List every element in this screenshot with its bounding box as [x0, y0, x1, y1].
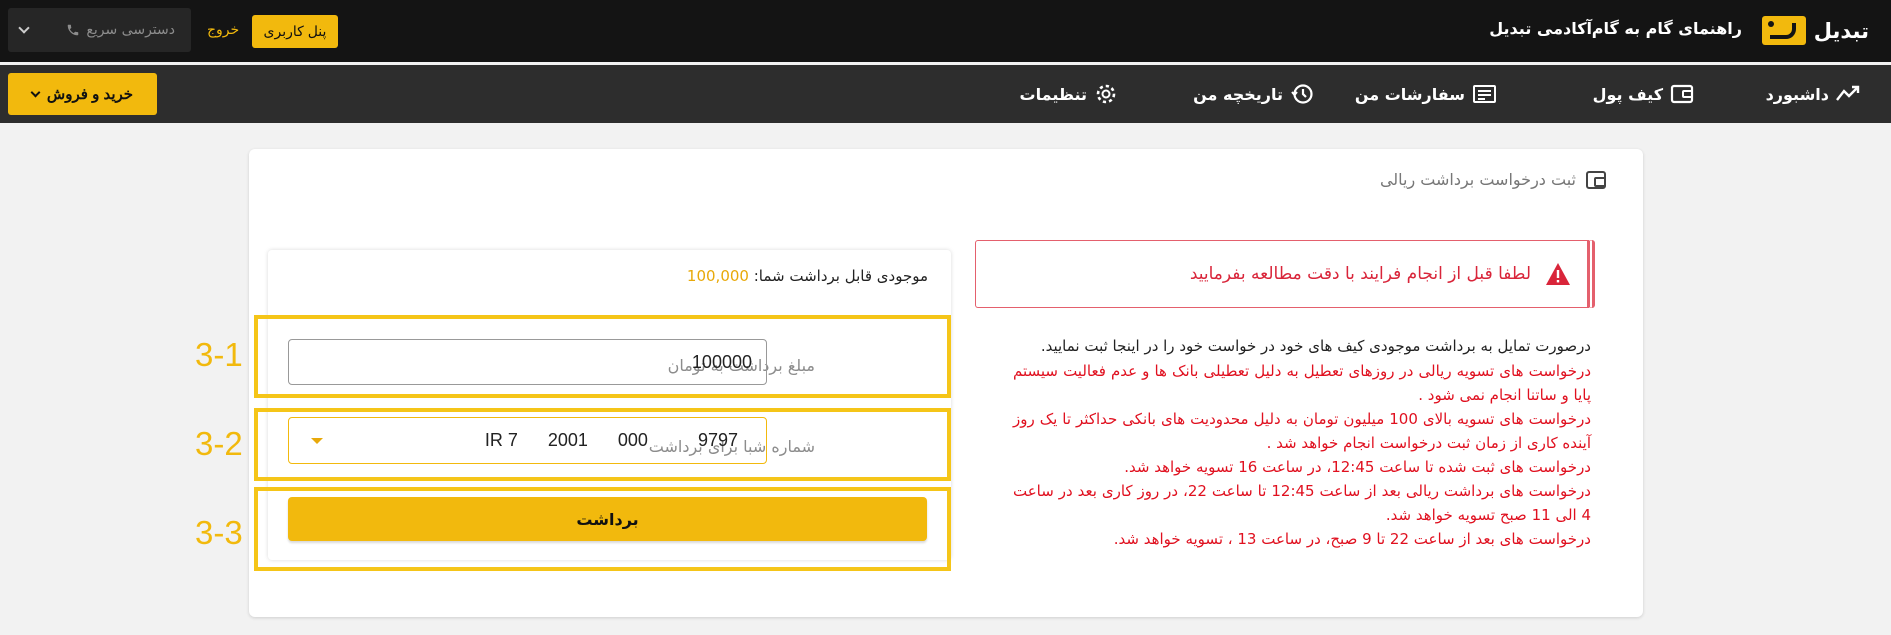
annotation-label: 3-1 — [195, 336, 243, 373]
info-note: درخواست های ثبت شده تا ساعت 12:45، در سا… — [1124, 458, 1591, 476]
instructions: درصورت تمایل به برداشت موجودی کیف های خو… — [1013, 334, 1591, 551]
top-bar: تبدیل راهنمای گام به گام آکادمی تبدیل پن… — [0, 0, 1891, 62]
orders-icon — [1473, 85, 1496, 103]
info-note: درخواست های تسویه بالای 100 میلیون تومان… — [1013, 410, 1592, 452]
history-icon — [1291, 84, 1313, 104]
annotation-box-amount — [254, 315, 951, 398]
chevron-down-icon — [30, 87, 41, 97]
info-note: درخواست های تسویه ریالی در روزهای تعطیل … — [1013, 362, 1591, 404]
info-note: درخواست های بعد از ساعت 22 تا 9 صبح، در … — [1113, 530, 1591, 548]
nav-item-orders[interactable]: سفارشات من — [1355, 83, 1497, 105]
trend-icon — [1836, 85, 1860, 101]
buy-sell-button[interactable]: خرید و فروش — [8, 73, 157, 115]
nav-label: تنظیمات — [1019, 84, 1087, 104]
wallet-icon — [1586, 170, 1606, 189]
logo-text: تبدیل — [1813, 18, 1869, 43]
gear-icon — [1096, 84, 1116, 104]
nav-item-settings[interactable]: تنظیمات — [1020, 83, 1119, 105]
logo[interactable]: تبدیل — [1761, 16, 1869, 45]
nav-label: تاریخچه من — [1193, 84, 1283, 104]
alert-text: لطفا قبل از انجام فرایند با دقت مطالعه ب… — [1189, 264, 1531, 284]
page-title-row: ثبت درخواست برداشت ریالی — [1380, 170, 1606, 189]
annotation-box-submit — [254, 487, 951, 571]
quick-access-label: دسترسی سریع — [86, 22, 175, 38]
warning-icon — [1546, 263, 1570, 285]
exit-link[interactable]: خروج — [207, 22, 239, 38]
annotation-label: 3-2 — [195, 425, 243, 462]
nav-item-dashboard[interactable]: داشبورد — [1766, 83, 1861, 105]
nav-bar: داشبورد کیف پول سفارشات من تاریخچه من تن… — [0, 65, 1891, 123]
nav-label: کیف پول — [1592, 84, 1663, 104]
nav-item-history[interactable]: تاریخچه من — [1193, 83, 1315, 105]
chevron-down-icon — [18, 22, 30, 34]
nav-label: داشبورد — [1765, 84, 1829, 104]
info-main: درصورت تمایل به برداشت موجودی کیف های خو… — [1040, 337, 1591, 355]
balance-label: موجودی قابل برداشت شما: — [753, 267, 928, 285]
academy-link[interactable]: آکادمی تبدیل — [1489, 19, 1592, 38]
warning-alert: لطفا قبل از انجام فرایند با دقت مطالعه ب… — [975, 240, 1595, 308]
nav-item-wallet[interactable]: کیف پول — [1593, 83, 1695, 105]
buy-sell-label: خرید و فروش — [46, 86, 134, 103]
balance-row: موجودی قابل برداشت شما: 100,000 — [687, 267, 928, 285]
phone-icon — [68, 24, 79, 36]
guide-link[interactable]: راهنمای گام به گام — [1592, 19, 1742, 38]
user-panel-button[interactable]: پنل کاربری — [252, 15, 338, 48]
quick-access-dropdown[interactable]: دسترسی سریع — [8, 8, 191, 52]
balance-value: 100,000 — [686, 267, 749, 285]
annotation-label: 3-3 — [195, 514, 243, 551]
wallet-icon — [1670, 84, 1694, 104]
annotation-box-sheba — [254, 408, 951, 481]
nav-label: سفارشات من — [1354, 84, 1465, 104]
logo-icon — [1761, 16, 1806, 45]
page-title: ثبت درخواست برداشت ریالی — [1379, 170, 1576, 189]
info-note: درخواست های برداشت ریالی بعد از ساعت 12:… — [1013, 482, 1591, 524]
